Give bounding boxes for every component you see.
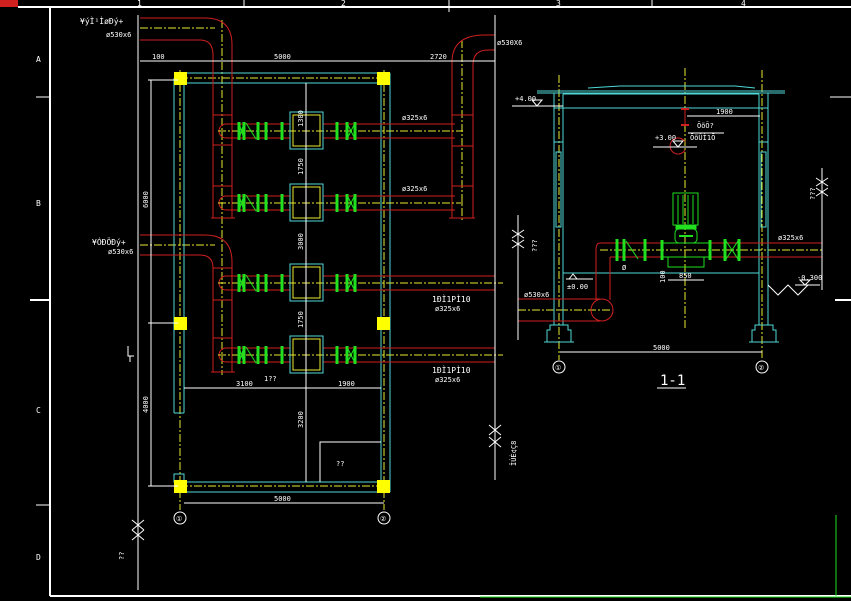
dim-1900-plan: 1900 [338,380,355,388]
outlet-size-1: ø325x6 [435,305,460,313]
inlet-bottom-label: ¥ÓÐÖÐý+ [92,236,126,247]
elevation-floor: ±0.00 [567,283,588,291]
column-label-4: 4 [741,0,746,8]
dim-1900-section: 1900 [716,108,733,116]
pump-dim-850: 850 [679,272,692,280]
dim-6000: 6000 [142,191,150,208]
pump-branches [218,111,503,374]
axis-1-section: ① [555,364,561,372]
row-label-c: C [36,406,41,415]
side-note: ÎÚÈ¢Ç8 [509,441,518,466]
dim-2720: 2720 [430,53,447,61]
elevation-roof: +4.00 [515,95,536,103]
hook-label-2: ÕõÛÌ1Õ [690,133,715,142]
elevation-ground: -0.300 [797,274,822,282]
inlet-bottom-size: ø530x6 [108,248,133,256]
inlet-top-size: ø530x6 [106,31,131,39]
room-label: ?? [336,460,344,468]
axis-2-section: ② [758,364,764,372]
section-axis-lines [518,68,822,360]
drawing-frame [0,0,851,598]
section-side-note-right: ??? [809,187,817,200]
mid-label: 1?? [264,375,277,383]
column-label-1: 1 [137,0,142,8]
branch-size-1: ø325x6 [402,114,427,122]
dim-3000: 3000 [297,233,305,250]
plan-inlet-pipes [140,17,495,373]
red-marker [0,0,18,7]
outlet-size-2: ø325x6 [435,376,460,384]
dim-3200: 3200 [297,411,305,428]
outlet-label-2: 1ÐÌ1PÌ10 [432,364,471,375]
dim-5000-top: 5000 [274,53,291,61]
section-title: 1-1 [660,373,685,389]
dim-5000-bottom: 5000 [274,495,291,503]
dim-1750-a: 1750 [297,158,305,175]
row-label-a: A [36,55,41,64]
dim-100: 100 [152,53,165,61]
left-note: ?? [118,552,126,560]
elevation-crane: +3.00 [655,134,676,142]
dim-3100: 3100 [236,380,253,388]
column-label-2: 2 [341,0,346,8]
axis-1-plan: ① [176,515,182,523]
angle-label: Ø [622,264,627,272]
section-outlet-size: ø325x6 [778,234,803,242]
outlet-top-size: ø530X6 [497,39,522,47]
row-label-d: D [36,553,41,562]
section-frame [537,85,785,343]
hook-label-1: ÕõÕ? [697,121,714,130]
dim-1750-b: 1750 [297,311,305,328]
section-inlet-size: ø530x6 [524,291,549,299]
dim-5000-section: 5000 [653,344,670,352]
column-label-3: 3 [556,0,561,8]
section-view [511,68,829,389]
dim-4000: 4000 [142,396,150,413]
inlet-top-label: ¥ýÌ¹ÌøÐý+ [80,15,124,26]
section-side-note-left: ??? [531,239,539,252]
pump-motor [615,192,741,268]
outlet-label-1: 1ÐÌ1PÌ10 [432,293,471,304]
row-label-b: B [36,199,41,208]
dim-1300: 1300 [297,110,305,127]
branch-size-2: ø325x6 [402,185,427,193]
axis-2-plan: ② [380,515,386,523]
plan-axis-lines [140,20,463,510]
pump-height-dim: 100 [659,270,667,283]
cad-drawing-canvas[interactable]: 1 2 3 4 A B C D ¥ýÌ¹ÌøÐý+ ø530x6 ¥ÓÐÖÐý+… [0,0,851,601]
